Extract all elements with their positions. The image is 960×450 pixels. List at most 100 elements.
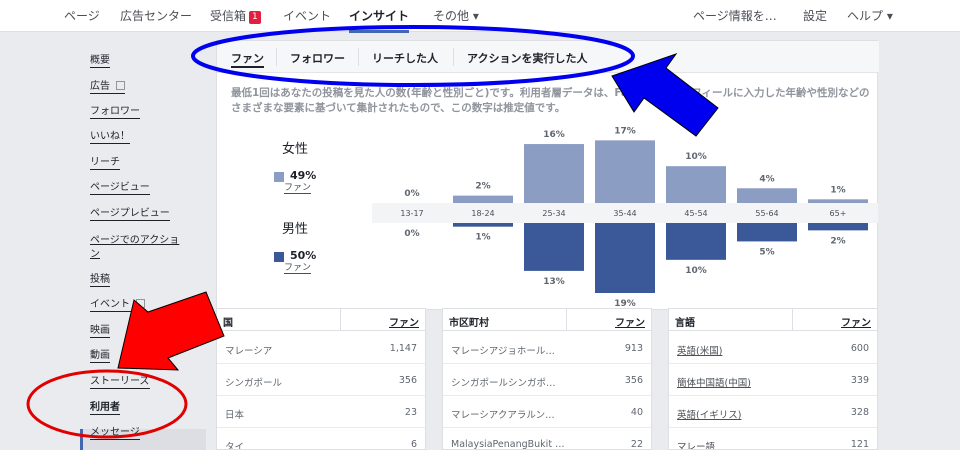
row-name: MalaysiaPenangBukit … [451,439,565,450]
sidebar-item-ads[interactable]: 広告 [90,81,125,94]
sidebar-item-overview[interactable]: 概要 [90,55,110,68]
age-gender-chart: 0%0%13-172%1%18-2416%13%25-3417%19%35-44… [400,126,868,309]
female-swatch [274,172,284,182]
column-header-name[interactable]: 市区町村 [449,314,489,329]
sidebar-item-page-actions[interactable]: ページでのアクション [90,234,186,262]
tab-engaged[interactable]: アクションを実行した人 [467,50,587,66]
tab-divider [358,48,359,66]
nav-settings[interactable]: 設定 [803,7,827,24]
male-bar-25-34[interactable] [524,223,584,271]
language-table-header: 言語 ファン [669,309,877,331]
row-value: 328 [850,407,869,418]
female-bar-18-24[interactable] [453,195,513,203]
nav-page[interactable]: ページ [64,7,100,24]
sidebar-item-people[interactable]: 利用者 [90,402,120,415]
female-data-label: 17% [614,126,636,136]
header-divider [792,309,793,331]
row-name[interactable]: マレー語 [677,439,817,449]
row-value: 23 [404,407,417,418]
female-data-label: 10% [685,152,707,162]
top-navigation-bar: ページ 広告センター 受信箱 1 イベント インサイト その他 ▾ ページ情報を…… [0,0,960,33]
column-header-name[interactable]: 言語 [675,314,695,329]
male-data-label: 5% [759,247,774,257]
table-row: シンガポールシンガポ… 356 [443,364,651,396]
male-swatch [274,252,284,262]
male-data-label: 0% [404,229,419,239]
male-data-label: 10% [685,266,707,276]
column-header-fans[interactable]: ファン [389,314,419,329]
header-divider [340,309,341,331]
table-row: 英語(イギリス) 328 [669,396,877,428]
female-bar-45-54[interactable] [666,166,726,203]
female-label: 女性 [282,142,309,157]
table-row: シンガポール 356 [217,364,425,396]
female-data-label: 2% [475,182,490,192]
male-percent: 50% [290,249,317,262]
sidebar-item-followers[interactable]: フォロワー [90,106,140,119]
nav-ad-center[interactable]: 広告センター [120,7,192,24]
sidebar-item-videos[interactable]: 動画 [90,350,110,363]
female-bar-25-34[interactable] [524,144,584,203]
external-link-icon [136,299,145,308]
sidebar-item-events-label: イベント [90,299,130,310]
country-table: 国 ファンマレーシア 1,147 シンガポール 356 日本 23 タイ 6 [216,308,426,450]
row-value: 339 [850,375,869,386]
table-row: 英語(米国) 600 [669,332,877,364]
age-tick-label: 65+ [830,209,847,218]
sidebar-item-events[interactable]: イベント [90,299,145,312]
male-label: 男性 [282,222,309,237]
sidebar-item-page-previews[interactable]: ページプレビュー [90,208,170,221]
nav-events[interactable]: イベント [283,7,331,24]
sidebar-item-posts[interactable]: 投稿 [90,274,110,287]
row-name: マレーシアクアラルン… [451,410,555,421]
row-name: マレーシア [225,346,273,357]
sidebar-item-reach[interactable]: リーチ [90,157,120,170]
column-header-name[interactable]: 国 [223,314,233,329]
male-bar-18-24[interactable] [453,223,513,227]
external-link-icon [116,81,125,90]
age-tick-label: 45-54 [684,209,707,218]
sidebar-item-ads-label: 広告 [90,81,110,92]
column-header-fans[interactable]: ファン [841,314,871,329]
nav-more[interactable]: その他 ▾ [433,7,479,24]
table-row: 日本 23 [217,396,425,428]
table-row: マレーシア 1,147 [217,332,425,364]
sidebar-item-stories[interactable]: ストーリーズ [90,376,150,389]
header-divider [566,309,567,331]
country-table-header: 国 ファン [217,309,425,331]
nav-inbox[interactable]: 受信箱 1 [210,7,261,24]
male-bar-55-64[interactable] [737,223,797,242]
row-name[interactable]: 英語(イギリス) [677,407,817,421]
row-value: 356 [624,375,643,386]
nav-help[interactable]: ヘルプ ▾ [847,7,893,24]
female-bar-65+[interactable] [808,199,868,203]
column-header-fans[interactable]: ファン [615,314,645,329]
row-name[interactable]: 英語(米国) [677,343,817,357]
sidebar-item-messages[interactable]: メッセージ [90,427,140,440]
tab-fans[interactable]: ファン [231,50,264,68]
female-bar-55-64[interactable] [737,188,797,203]
row-value: 1,147 [389,343,417,354]
female-sub-label[interactable]: ファン [284,183,312,194]
row-value: 22 [630,439,643,450]
row-value: 600 [850,343,869,354]
sidebar-item-page-views[interactable]: ページビュー [90,182,150,195]
male-bar-35-44[interactable] [595,223,655,293]
row-value: 121 [850,439,869,450]
table-row: タイ 6 [217,428,425,449]
row-name[interactable]: 簡体中国語(中国) [677,375,817,389]
male-data-label: 13% [543,277,565,287]
male-sub-label[interactable]: ファン [284,263,312,274]
female-bar-35-44[interactable] [595,140,655,203]
male-bar-65+[interactable] [808,223,868,231]
row-value: 40 [630,407,643,418]
male-bar-45-54[interactable] [666,223,726,260]
tab-reached[interactable]: リーチした人 [372,50,438,66]
nav-insights[interactable]: インサイト [349,7,410,33]
sidebar-item-movies[interactable]: 映画 [90,325,110,338]
tab-followers[interactable]: フォロワー [290,50,345,66]
nav-page-info[interactable]: ページ情報を… [693,7,777,24]
age-tick-label: 25-34 [542,209,565,218]
sidebar-item-likes[interactable]: いいね！ [90,131,130,144]
nav-inbox-label: 受信箱 [210,9,247,23]
